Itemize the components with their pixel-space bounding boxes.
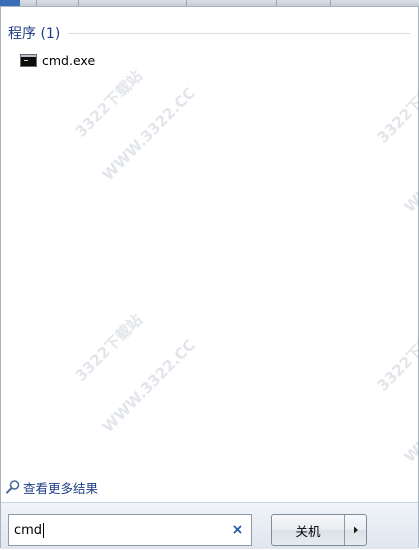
result-item-cmd[interactable]: cmd.exe — [15, 50, 410, 70]
start-menu-panel: 程序 (1) cmd.exe 3322下载站 WWW.3322.CC 3322下… — [0, 7, 419, 549]
taskbar-strip — [0, 0, 419, 7]
watermark-text: 3322下载站 — [71, 66, 146, 141]
see-more-results-link[interactable]: 查看更多结果 — [5, 477, 98, 497]
taskbar-item[interactable] — [78, 0, 127, 6]
close-icon[interactable] — [230, 522, 244, 536]
watermark-text: WWW.3322.CC — [98, 83, 199, 185]
programs-section-header: 程序 (1) — [8, 23, 410, 43]
search-icon — [6, 480, 20, 494]
taskbar-item[interactable] — [186, 0, 273, 6]
start-button[interactable] — [0, 0, 20, 6]
see-more-label: 查看更多结果 — [23, 480, 99, 496]
taskbar-item[interactable] — [36, 0, 77, 6]
watermark-text: WWW.3322.CC — [400, 115, 419, 217]
taskbar-item[interactable] — [330, 0, 401, 6]
section-divider — [68, 32, 410, 34]
section-title: 程序 (1) — [8, 26, 61, 42]
watermark-text: 3322下载站 — [373, 72, 419, 147]
watermark-text: WWW.3322.CC — [400, 365, 419, 467]
shutdown-split-button: 关机 — [271, 514, 367, 546]
shutdown-button[interactable]: 关机 — [272, 515, 345, 545]
chevron-right-icon — [353, 526, 358, 534]
command-prompt-icon — [20, 53, 37, 67]
watermark-text: 3322下载站 — [71, 310, 146, 385]
search-input-value: cmd — [14, 522, 43, 538]
taskbar-item[interactable] — [276, 0, 327, 6]
shutdown-options-button[interactable] — [345, 515, 366, 545]
watermark-text: 3322下载站 — [373, 320, 419, 395]
watermark-text: WWW.3322.CC — [98, 335, 199, 437]
search-input[interactable]: cmd — [8, 514, 252, 546]
text-caret — [43, 522, 45, 538]
result-label: cmd.exe — [42, 52, 96, 68]
start-menu-footer: cmd 关机 — [1, 502, 418, 549]
